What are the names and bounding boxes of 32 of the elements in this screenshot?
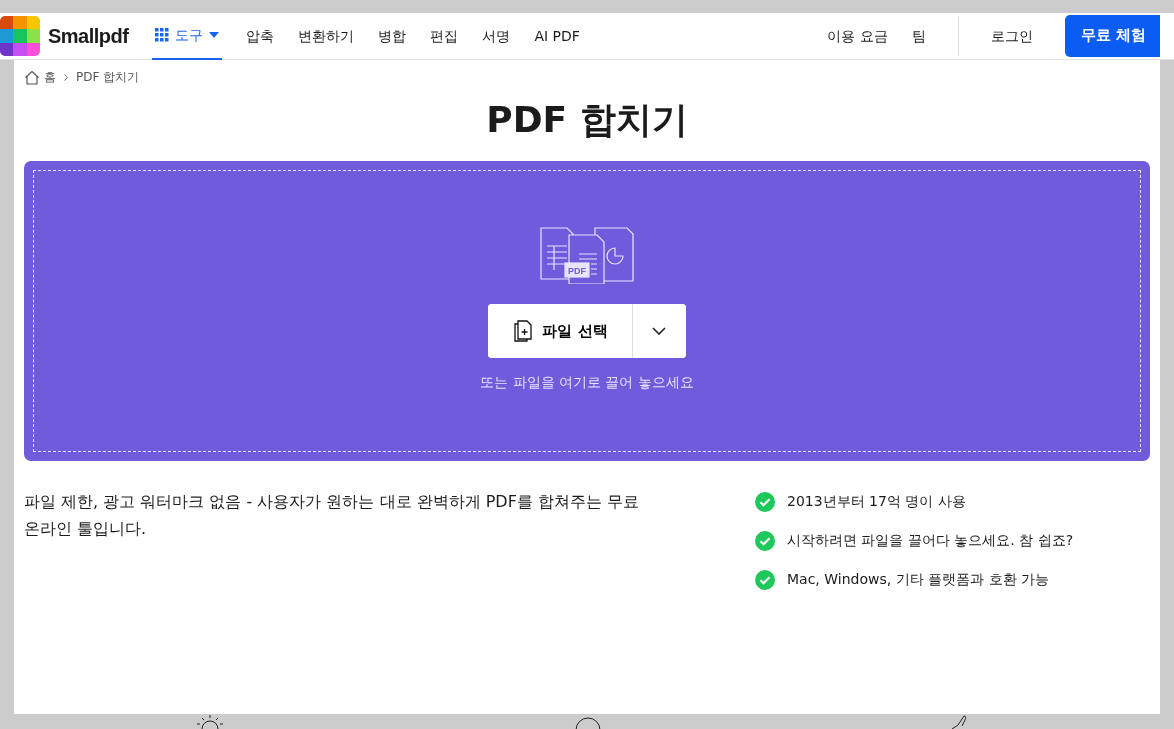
chevron-down-icon	[652, 327, 667, 336]
login-link[interactable]: 로그인	[982, 25, 1041, 47]
check-circle-icon	[755, 530, 775, 551]
caret-icon	[209, 32, 220, 38]
grid-icon	[155, 28, 170, 42]
nav-link[interactable]: 변환하기	[298, 25, 355, 47]
page-title: PDF 합치기	[485, 98, 689, 142]
nav-link[interactable]: 편집	[430, 25, 459, 47]
breadcrumb-separator-icon	[64, 73, 68, 81]
sun-icon	[196, 715, 224, 729]
file-drop-zone[interactable]: PDF 파일 선택 또는 파일을 여기로 끌어 놓으세요	[24, 161, 1150, 462]
check-circle-icon	[755, 569, 775, 590]
add-file-icon	[514, 320, 533, 343]
nav-link[interactable]: 팀	[911, 25, 926, 47]
drop-hint-text: 또는 파일을 여기로 끌어 놓으세요	[480, 373, 694, 393]
nav-link[interactable]: 서명	[482, 25, 511, 47]
nav-link[interactable]: 압축	[246, 25, 275, 47]
breadcrumb-link[interactable]: 홈	[44, 68, 56, 86]
check-circle-icon	[755, 491, 775, 512]
logo-icon[interactable]	[0, 16, 40, 56]
description-text: 파일 제한, 광고 워터마크 없음 - 사용자가 원하는 대로 완벽하게 PDF를 합쳐주는 무료 온라인 툴입니다.	[24, 491, 641, 540]
feature-text: Mac, Windows, 기타 플랫폼과 호환 가능	[787, 570, 1049, 590]
choose-file-button[interactable]: 파일 선택	[488, 304, 633, 359]
nav-link[interactable]: AI PDF	[534, 25, 580, 47]
breadcrumb-current: PDF 합치기	[76, 69, 140, 86]
nav-link[interactable]: 병합	[378, 25, 407, 47]
free-trial-button[interactable]: 무료 체험	[1064, 15, 1160, 57]
feature-text: 2013년부터 17억 명이 사용	[787, 492, 966, 512]
nav-link[interactable]: 이용 요금	[827, 25, 888, 47]
home-icon[interactable]	[24, 69, 40, 85]
logo-wordmark[interactable]: Smallpdf	[48, 21, 129, 51]
feature-text: 시작하려면 파일을 끌어다 놓으세요. 참 쉽죠?	[787, 531, 1074, 551]
